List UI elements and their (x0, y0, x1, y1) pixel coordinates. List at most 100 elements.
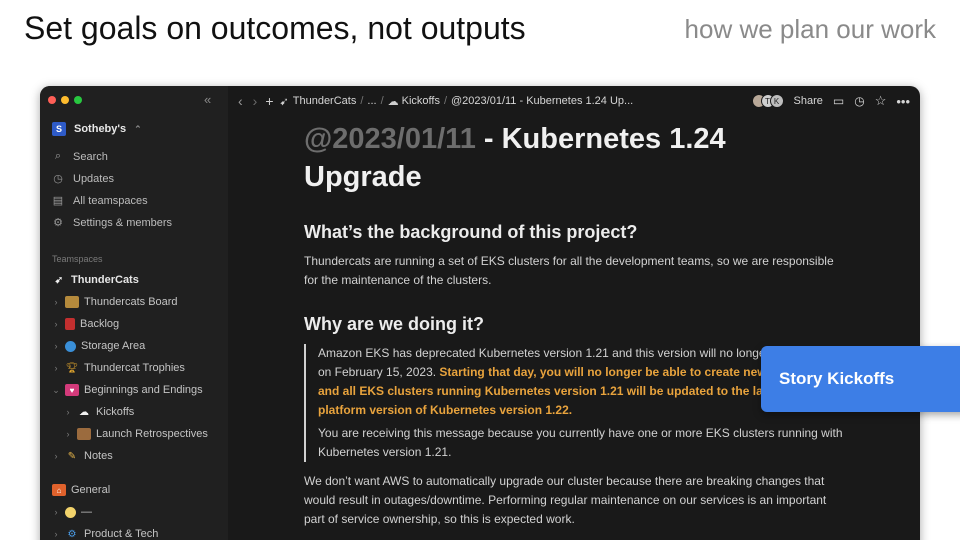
sidebar-item-label: Notes (84, 450, 113, 462)
slide-subtitle: how we plan our work (684, 14, 936, 44)
chevron-right-icon[interactable]: › (52, 507, 60, 517)
chevron-right-icon[interactable]: › (64, 429, 72, 439)
breadcrumb-thundercats[interactable]: ThunderCats (293, 95, 357, 107)
paragraph-background: Thundercats are running a set of EKS clu… (304, 254, 834, 287)
history-icon[interactable]: ◷ (854, 94, 864, 108)
red-book-icon (65, 318, 75, 330)
breadcrumb-current-page[interactable]: @2023/01/11 - Kubernetes 1.24 Up... (451, 95, 633, 107)
heading-background: What’s the background of this project? (304, 222, 638, 242)
sidebar-item-label: — (81, 506, 92, 518)
building-icon: ▤ (52, 195, 64, 207)
minimize-window-button[interactable] (61, 96, 69, 104)
share-button[interactable]: Share (794, 95, 823, 107)
window-controls (48, 96, 82, 104)
avatar: K (769, 94, 784, 108)
chevron-right-icon[interactable]: › (52, 319, 60, 329)
sidebar-item-notes[interactable]: › ✎ Notes (52, 450, 113, 462)
sidebar-item-kickoffs[interactable]: › ☁ Kickoffs (64, 406, 135, 418)
page-title[interactable]: @2023/01/11 - Kubernetes 1.24 Upgrade (304, 120, 844, 196)
page-title-line2: Upgrade (304, 161, 422, 193)
forward-icon[interactable]: › (253, 93, 258, 109)
paragraph-last: We don’t want AWS to automatically upgra… (304, 474, 827, 526)
quote-text-2: You are receiving this message because y… (318, 426, 843, 459)
nav-all-teamspaces[interactable]: ▤ All teamspaces (52, 194, 148, 208)
breadcrumb-separator: / (380, 95, 384, 107)
nav-label: Updates (73, 172, 114, 185)
chevron-right-icon[interactable]: › (52, 363, 60, 373)
breadcrumb-separator: / (360, 95, 364, 107)
app-window: « S Sotheby's ⌃ ⌕ Search ◷ Updates ▤ All… (40, 86, 920, 540)
folder-icon (65, 296, 79, 308)
sidebar-item-untitled[interactable]: › — (52, 506, 93, 518)
gear-icon: ⚙ (53, 217, 63, 229)
sidebar-item-label: Backlog (80, 318, 120, 330)
nav-updates[interactable]: ◷ Updates (52, 172, 114, 186)
chevron-right-icon[interactable]: › (52, 451, 60, 461)
teamspace-general[interactable]: ⌂ General (52, 484, 110, 496)
globe-icon (65, 340, 76, 352)
slide-title: Set goals on outcomes, not outputs (24, 10, 526, 46)
teamspace-thundercats[interactable]: ➹ ThunderCats (52, 274, 139, 286)
cloud-icon: ☁ (387, 95, 399, 108)
collapse-sidebar-icon[interactable]: « (204, 92, 211, 107)
close-window-button[interactable] (48, 96, 56, 104)
sidebar-item-label: Product & Tech (84, 528, 159, 540)
clock-icon: ◷ (53, 173, 63, 185)
sidebar-item-beginnings-endings[interactable]: ⌄ ♥ Beginnings and Endings (52, 384, 203, 396)
trophy-icon: 🏆︎ (65, 362, 79, 374)
sidebar-item-trophies[interactable]: › 🏆︎ Thundercat Trophies (52, 362, 185, 374)
zoom-window-button[interactable] (74, 96, 82, 104)
add-page-icon[interactable]: + (265, 93, 273, 109)
heart-box-icon: ♥ (65, 384, 79, 396)
nav-label: All teamspaces (73, 194, 148, 207)
sidebar-item-product-tech[interactable]: › ⚙ Product & Tech (52, 528, 159, 540)
page-title-date: @2023/01/11 (304, 123, 476, 155)
workspace-avatar: S (52, 122, 66, 136)
teamspace-label: ThunderCats (71, 274, 139, 286)
sidebar-item-label: Launch Retrospectives (96, 428, 208, 440)
sidebar-item-label: Thundercats Board (84, 296, 178, 308)
sidebar-item-backlog[interactable]: › Backlog (52, 318, 119, 330)
sidebar-item-label: Kickoffs (96, 406, 135, 418)
sidebar-item-storage-area[interactable]: › Storage Area (52, 340, 146, 352)
cloud-icon: ☁ (79, 406, 89, 418)
chevron-down-icon[interactable]: ⌄ (52, 385, 60, 396)
thundercats-logo-icon: ➹ (54, 274, 64, 286)
face-icon (65, 506, 76, 518)
chevron-right-icon[interactable]: › (52, 297, 60, 307)
chevron-right-icon[interactable]: › (52, 529, 60, 539)
chevron-updown-icon: ⌃ (134, 123, 142, 134)
sidebar-item-thundercats-board[interactable]: › Thundercats Board (52, 296, 178, 308)
breadcrumb-ellipsis[interactable]: ... (367, 95, 376, 107)
favorite-star-icon[interactable]: ☆ (875, 93, 887, 109)
sidebar-item-label: Storage Area (81, 340, 146, 352)
pencil-icon: ✎ (67, 450, 77, 462)
breadcrumb-kickoffs[interactable]: Kickoffs (402, 95, 440, 107)
general-teamspace-icon: ⌂ (52, 484, 66, 496)
more-options-icon[interactable]: ••• (896, 94, 910, 109)
chevron-right-icon[interactable]: › (52, 341, 60, 351)
heading-why: Why are we doing it? (304, 314, 485, 334)
nav-settings[interactable]: ⚙ Settings & members (52, 216, 173, 230)
main-content: ‹ › + ➹ ThunderCats / ... / ☁ Kickoffs /… (228, 86, 920, 540)
chevron-right-icon[interactable]: › (64, 407, 72, 417)
collaborator-avatars[interactable]: T K (751, 94, 784, 108)
search-icon: ⌕ (54, 150, 62, 162)
thundercats-logo-icon: ➹ (279, 95, 289, 108)
back-icon[interactable]: ‹ (238, 93, 243, 109)
sidebar: « S Sotheby's ⌃ ⌕ Search ◷ Updates ▤ All… (40, 86, 228, 540)
bricks-icon (77, 428, 91, 440)
nav-search[interactable]: ⌕ Search (52, 150, 108, 163)
sidebar-item-label: Beginnings and Endings (84, 384, 203, 396)
story-kickoffs-callout: Story Kickoffs (761, 346, 960, 412)
teamspaces-heading: Teamspaces (52, 254, 103, 264)
page-title-text: - Kubernetes 1.24 (475, 123, 726, 155)
slide: Set goals on outcomes, not outputs how w… (0, 0, 960, 540)
workspace-switcher[interactable]: S Sotheby's ⌃ (52, 122, 142, 136)
nav-label: Settings & members (73, 216, 173, 229)
sidebar-item-launch-retrospectives[interactable]: › Launch Retrospectives (64, 428, 208, 440)
comment-icon[interactable]: ▭ (833, 94, 844, 108)
page-body: @2023/01/11 - Kubernetes 1.24 Upgrade Wh… (304, 120, 844, 529)
workspace-name: Sotheby's (74, 123, 127, 135)
topbar-actions: T K Share ▭ ◷ ☆ ••• (751, 93, 910, 109)
